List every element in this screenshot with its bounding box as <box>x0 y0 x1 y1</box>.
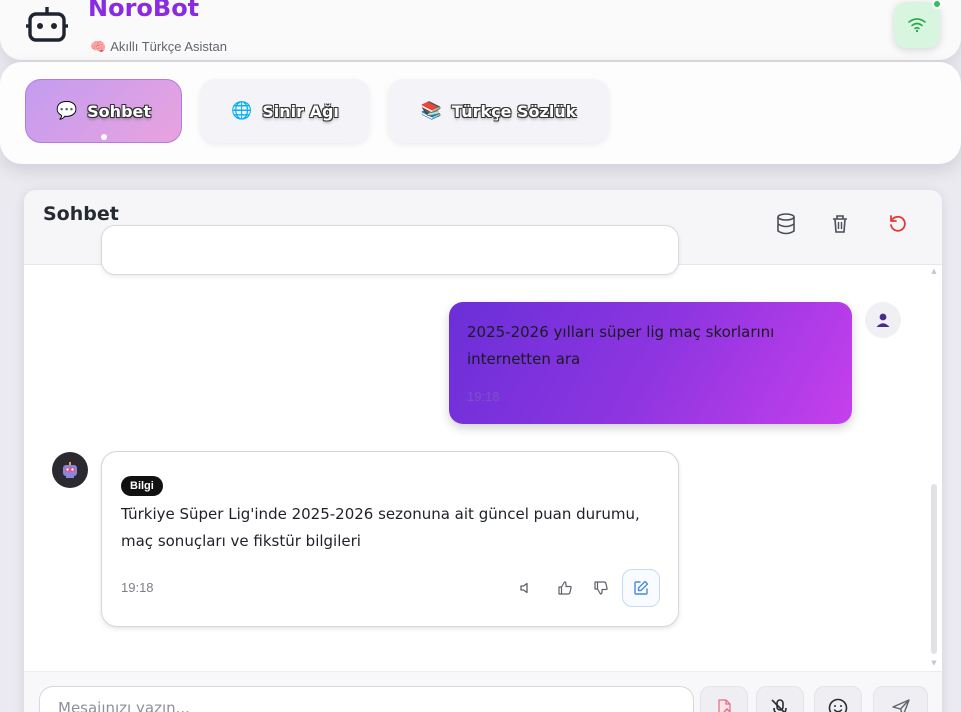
tab-label: Sinir Ağı <box>262 101 339 121</box>
globe-icon: 🌐 <box>231 101 253 121</box>
robot-icon <box>26 7 68 42</box>
send-icon <box>891 699 910 712</box>
database-icon[interactable] <box>774 212 798 236</box>
trash-icon[interactable] <box>828 212 852 236</box>
edit-icon <box>634 580 649 595</box>
user-avatar <box>865 302 901 338</box>
tab-bar: 💬 Sohbet 🌐 Sinir Ağı 📚 Türkçe Sözlük <box>0 62 961 164</box>
input-area <box>24 671 942 712</box>
user-icon <box>876 313 890 327</box>
emoji-button[interactable] <box>814 686 862 712</box>
info-badge: Bilgi <box>121 476 163 496</box>
app-header: NöroBot 🧠 Akıllı Türkçe Asistan <box>0 0 961 60</box>
bot-message-text: Türkiye Süper Lig'inde 2025-2026 sezonun… <box>121 505 640 550</box>
speaker-icon[interactable] <box>517 579 535 597</box>
speech-bubble-icon: 💬 <box>55 101 78 121</box>
message-list[interactable]: 2025-2026 yılları süper lig maç skorları… <box>24 225 942 671</box>
bot-avatar <box>52 452 88 488</box>
previous-message <box>101 225 679 275</box>
chat-title: Sohbet <box>43 203 119 225</box>
user-message: 2025-2026 yılları süper lig maç skorları… <box>449 302 852 424</box>
user-message-text: 2025-2026 yılları süper lig maç skorları… <box>467 323 775 368</box>
tab-turkce-sozluk[interactable]: 📚 Türkçe Sözlük <box>388 79 609 143</box>
active-tab-indicator <box>100 134 107 140</box>
books-icon: 📚 <box>420 101 442 121</box>
connection-status-button[interactable] <box>894 0 942 48</box>
tab-sohbet[interactable]: 💬 Sohbet <box>25 79 182 143</box>
message-input[interactable] <box>39 686 694 712</box>
app-subtitle: 🧠 Akıllı Türkçe Asistan <box>90 39 227 55</box>
mute-microphone-button[interactable] <box>756 686 804 712</box>
scrollbar-thumb[interactable] <box>931 484 937 654</box>
robot-face-icon <box>63 462 77 478</box>
brain-icon: 🧠 <box>90 39 107 54</box>
subtitle-text: Akıllı Türkçe Asistan <box>110 39 227 54</box>
wifi-icon <box>908 18 926 33</box>
thumbs-down-icon[interactable] <box>592 579 610 597</box>
mic-off-icon <box>771 699 787 712</box>
tab-sinir-agi[interactable]: 🌐 Sinir Ağı <box>200 79 370 143</box>
tab-label: Sohbet <box>87 101 152 121</box>
scroll-up-arrow[interactable]: ▲ <box>930 267 938 275</box>
bot-message: Bilgi Türkiye Süper Lig'inde 2025-2026 s… <box>101 451 679 627</box>
app-title: NöroBot <box>88 0 200 22</box>
file-icon <box>718 699 731 712</box>
refresh-icon[interactable] <box>886 212 910 236</box>
edit-button[interactable] <box>622 569 660 607</box>
emoji-icon <box>828 698 848 712</box>
chat-panel: Sohbet 2025-2026 yılları süper lig maç s… <box>24 190 942 712</box>
message-time: 19:18 <box>467 389 500 404</box>
tab-label: Türkçe Sözlük <box>451 101 577 121</box>
thumbs-up-icon[interactable] <box>556 579 574 597</box>
scroll-down-arrow[interactable]: ▼ <box>930 659 938 667</box>
attach-file-button[interactable] <box>700 686 748 712</box>
send-button[interactable] <box>873 686 928 712</box>
online-indicator <box>932 0 942 9</box>
message-time: 19:18 <box>121 580 154 595</box>
